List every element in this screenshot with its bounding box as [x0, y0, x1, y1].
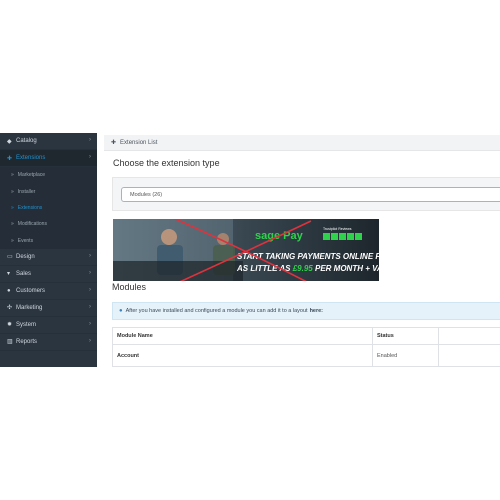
modules-heading: Modules	[112, 282, 147, 292]
banner-headline-2: AS LITTLE AS £9.95 PER MONTH + VAT	[236, 264, 379, 273]
star-rating-icon	[323, 233, 362, 240]
sidebar-subitem-extensions[interactable]: » Extensions	[0, 199, 97, 217]
chevron-right-icon: ›	[89, 286, 91, 293]
bullet-icon: »	[11, 172, 14, 179]
main-content: ✚ Extension List Choose the extension ty…	[104, 133, 500, 367]
puzzle-icon: ✚	[111, 140, 117, 146]
monitor-icon: ▭	[7, 254, 13, 261]
sagepay-banner[interactable]: sage Pay Trustpilot Reviews START TAKING…	[113, 219, 379, 281]
tag-icon: ◆	[7, 138, 12, 145]
banner-price: £9.95	[292, 264, 314, 273]
sidebar: ◆ Catalog › ✚ Extensions › » Marketplace…	[0, 133, 97, 367]
sidebar-item-extensions[interactable]: ✚ Extensions ›	[0, 150, 97, 167]
sidebar-item-customers[interactable]: ● Customers ›	[0, 283, 97, 300]
banner-headline-2a: AS LITTLE AS	[236, 264, 291, 273]
sidebar-item-design[interactable]: ▭ Design ›	[0, 249, 97, 266]
sidebar-item-catalog[interactable]: ◆ Catalog ›	[0, 133, 97, 150]
sidebar-item-label: Design	[16, 253, 35, 260]
puzzle-icon: ✚	[7, 155, 13, 162]
filter-panel: Modules (26)	[112, 177, 500, 211]
info-alert: ● After you have installed and configure…	[112, 302, 500, 320]
banner-graphic: sage Pay Trustpilot Reviews START TAKING…	[113, 219, 379, 281]
bullet-icon: »	[11, 188, 14, 195]
sidebar-subitem-label: Events	[17, 237, 34, 244]
banner-headline-1: START TAKING PAYMENTS ONLINE FROM	[237, 252, 379, 261]
sidebar-subitem-modifications[interactable]: » Modifications	[0, 216, 97, 233]
chevron-right-icon: ›	[89, 252, 91, 259]
share-icon: ✣	[7, 305, 13, 312]
sidebar-subitem-events[interactable]: » Events	[0, 232, 97, 249]
gear-icon: ✹	[7, 322, 13, 329]
column-header-action	[438, 327, 500, 345]
user-icon: ●	[7, 287, 11, 294]
bullet-icon: »	[11, 221, 14, 228]
sidebar-item-label: Customers	[16, 287, 46, 294]
sidebar-item-label: Catalog	[16, 138, 37, 144]
bullet-icon: »	[11, 237, 14, 244]
breadcrumb-label: Extension List	[120, 139, 158, 146]
chevron-right-icon: ›	[89, 320, 91, 327]
bullet-icon: »	[11, 204, 14, 211]
sidebar-item-marketing[interactable]: ✣ Marketing ›	[0, 300, 97, 317]
column-header-status[interactable]: Status	[372, 327, 439, 345]
trustpilot-label: Trustpilot Reviews	[323, 227, 352, 231]
info-circle-icon: ●	[119, 308, 123, 314]
table-row: Account Enabled	[112, 344, 500, 367]
sidebar-item-label: Extensions	[16, 155, 46, 161]
module-action-cell	[438, 344, 500, 367]
sidebar-subitem-label: Marketplace	[17, 172, 46, 179]
sidebar-item-label: System	[16, 321, 37, 328]
sidebar-subitem-installer[interactable]: » Installer	[0, 183, 97, 200]
info-link[interactable]: here:	[310, 308, 323, 314]
sidebar-subitem-label: Extensions	[17, 204, 43, 211]
sidebar-item-label: Reports	[16, 338, 38, 345]
admin-app: ◆ Catalog › ✚ Extensions › » Marketplace…	[0, 133, 500, 367]
sidebar-subitem-marketplace[interactable]: » Marketplace	[0, 167, 97, 184]
sidebar-item-system[interactable]: ✹ System ›	[0, 317, 97, 334]
sidebar-item-label: Marketing	[16, 304, 43, 311]
sidebar-subitem-label: Modifications	[17, 221, 47, 228]
modules-table: Module Name Status Account Enabled	[112, 327, 500, 367]
sidebar-subitem-label: Installer	[17, 188, 36, 195]
chevron-right-icon: ›	[89, 337, 91, 344]
table-header-row: Module Name Status	[112, 327, 500, 345]
page-title: Choose the extension type	[113, 158, 220, 168]
chevron-right-icon: ›	[89, 269, 91, 276]
breadcrumb: ✚ Extension List	[104, 135, 500, 151]
extension-type-select[interactable]: Modules (26)	[121, 187, 500, 202]
chevron-right-icon: ›	[89, 303, 91, 310]
banner-headline-2c: PER MONTH + VAT	[315, 264, 379, 273]
sidebar-item-label: Sales	[16, 270, 32, 277]
module-status-cell: Enabled	[372, 344, 439, 367]
bar-chart-icon: ▥	[7, 339, 13, 346]
sidebar-item-reports[interactable]: ▥ Reports ›	[0, 334, 97, 351]
chevron-down-icon: ›	[89, 154, 91, 160]
info-text: After you have installed and configured …	[125, 308, 308, 314]
module-name-cell: Account	[112, 344, 373, 367]
column-header-module-name[interactable]: Module Name	[112, 327, 373, 345]
cart-icon: ▾	[7, 271, 11, 278]
sidebar-item-sales[interactable]: ▾ Sales ›	[0, 266, 97, 283]
chevron-right-icon: ›	[89, 137, 91, 143]
